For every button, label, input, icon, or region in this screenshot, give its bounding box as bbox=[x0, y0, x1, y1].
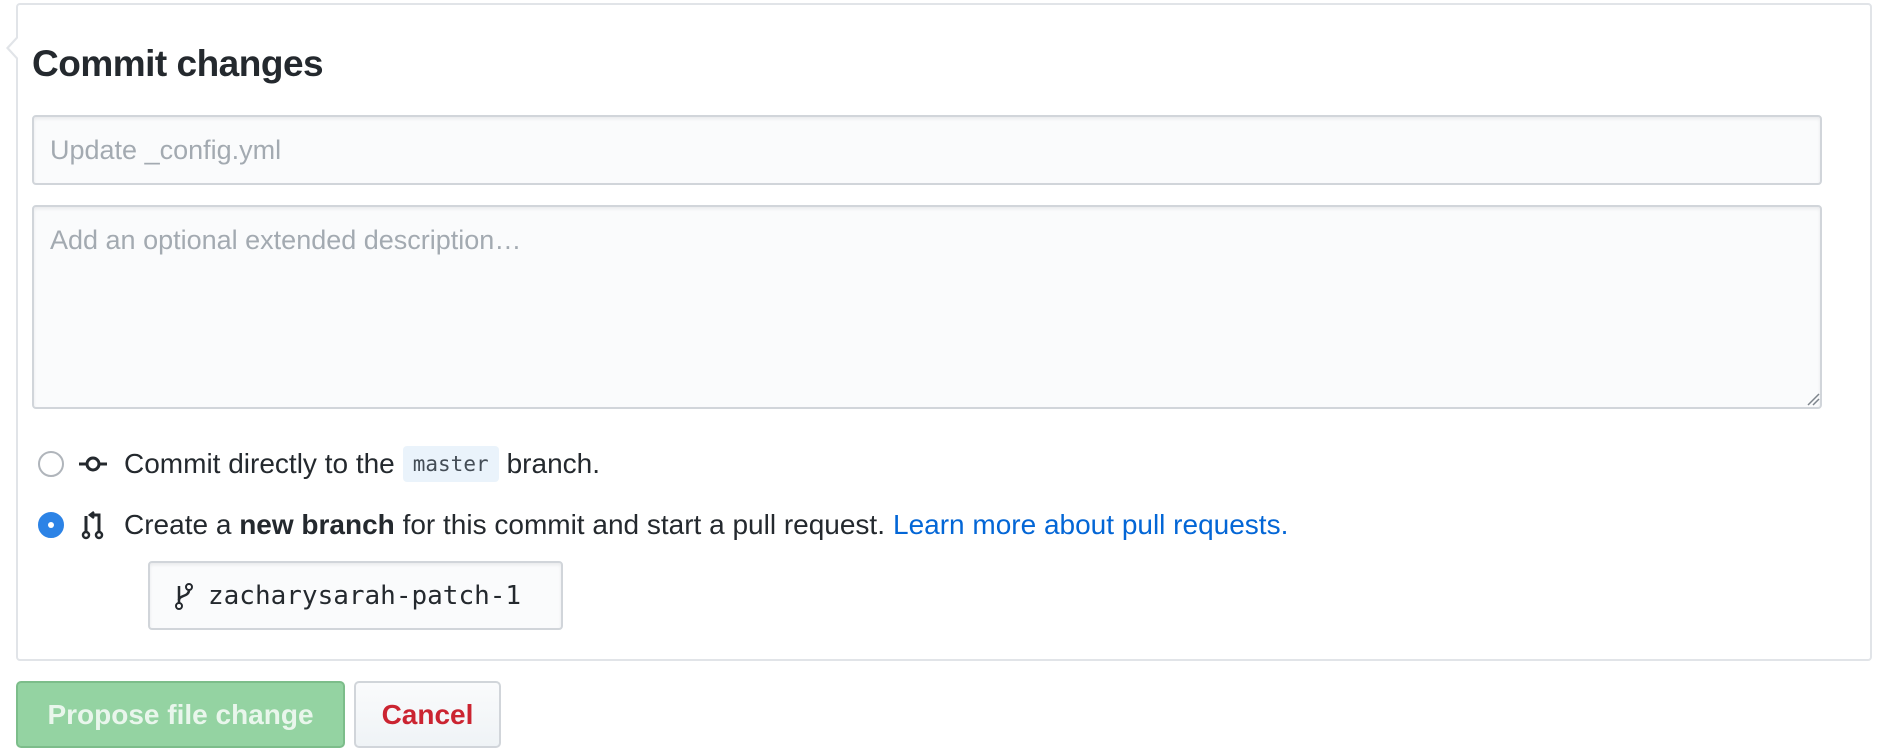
git-pull-request-icon bbox=[78, 510, 108, 540]
commit-direct-text-after: branch. bbox=[506, 448, 601, 479]
new-branch-radio[interactable] bbox=[38, 512, 64, 538]
commit-description-textarea[interactable] bbox=[32, 205, 1822, 409]
branch-name-chip: master bbox=[402, 446, 499, 482]
new-branch-text-before: Create a bbox=[124, 509, 232, 540]
commit-direct-radio[interactable] bbox=[38, 451, 64, 477]
resize-grip-icon[interactable] bbox=[1806, 392, 1820, 406]
branch-name-input[interactable] bbox=[208, 580, 548, 611]
commit-form: Commit changes Commit directly to the ma… bbox=[0, 0, 1886, 750]
git-commit-icon bbox=[78, 449, 108, 479]
panel-pointer bbox=[6, 35, 19, 61]
form-title: Commit changes bbox=[32, 43, 324, 84]
new-branch-text-after: for this commit and start a pull request… bbox=[402, 509, 885, 540]
branch-name-field[interactable] bbox=[148, 561, 563, 630]
propose-file-change-button[interactable]: Propose file change bbox=[16, 681, 345, 748]
new-branch-bold-text: new branch bbox=[239, 509, 395, 540]
commit-direct-text-before: Commit directly to the bbox=[124, 448, 395, 479]
commit-summary-input[interactable] bbox=[32, 115, 1822, 185]
cancel-button[interactable]: Cancel bbox=[354, 681, 501, 748]
commit-direct-option[interactable]: Commit directly to the master branch. bbox=[38, 444, 600, 484]
learn-more-pull-requests-link[interactable]: Learn more about pull requests. bbox=[893, 509, 1288, 541]
new-branch-option[interactable]: Create a new branch for this commit and … bbox=[38, 505, 1288, 545]
git-branch-icon bbox=[175, 582, 193, 610]
